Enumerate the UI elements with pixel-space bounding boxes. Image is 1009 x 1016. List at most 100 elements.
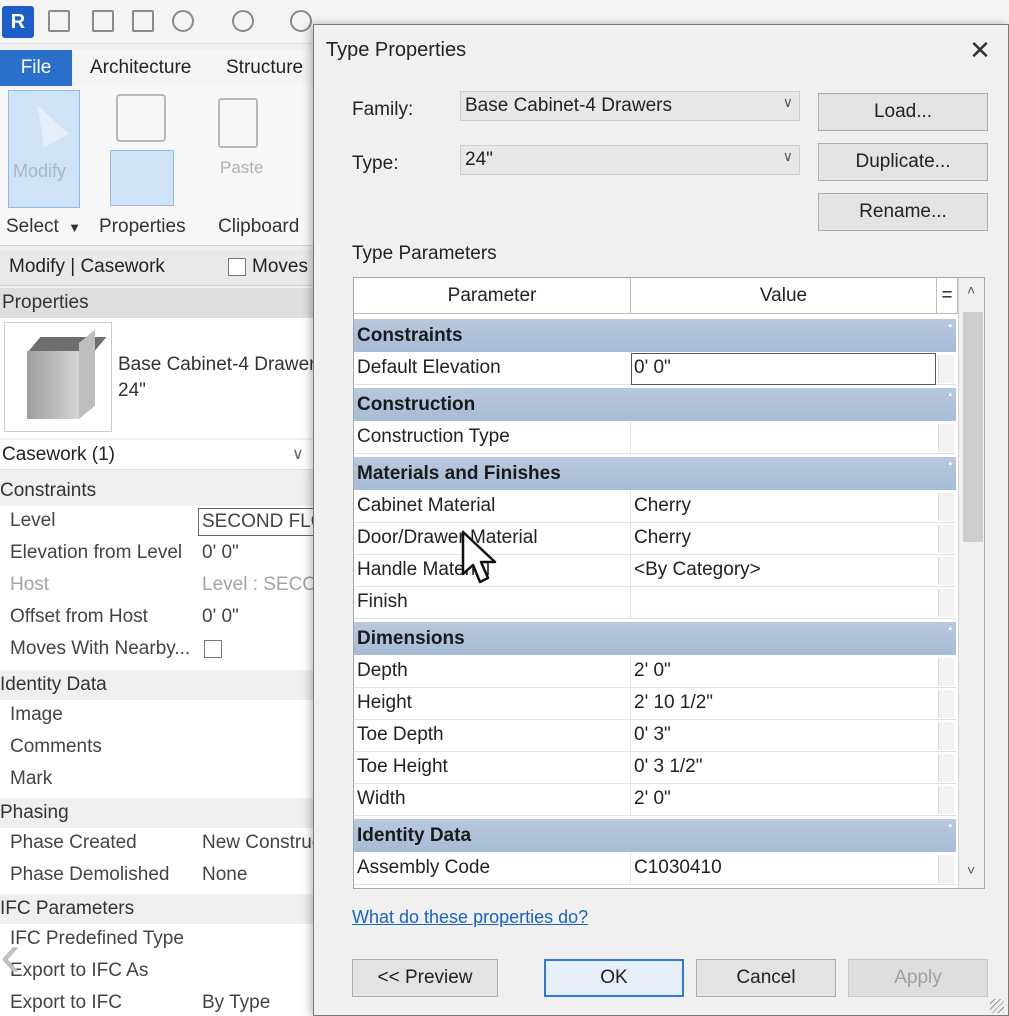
group-dimensions[interactable]: Dimensions ▪ [354,622,956,656]
param-value[interactable]: 2' 10 1/2" [634,692,713,714]
pp-row-phase-demolished[interactable]: Phase Demolished None [0,860,320,892]
value-column-header[interactable]: Value [631,278,937,314]
param-row-cabinet-material[interactable]: Cabinet Material Cherry [354,491,956,523]
param-value[interactable]: 2' 0" [634,788,671,810]
param-value[interactable]: Cherry [634,495,691,517]
revit-logo[interactable]: R [2,6,34,38]
formula-cell[interactable] [938,589,954,617]
grid-scrollbar[interactable]: ˄ ˅ [958,278,984,888]
group-identity[interactable]: Identity Data ▪ [354,819,956,853]
formula-cell[interactable] [938,493,954,521]
sync-icon[interactable] [172,10,194,32]
tab-structure[interactable]: Structure [226,50,303,86]
collapse-icon[interactable]: ▪ [948,821,952,832]
rename-button[interactable]: Rename... [818,193,988,231]
param-row-toe-height[interactable]: Toe Height 0' 3 1/2" [354,752,956,784]
duplicate-button[interactable]: Duplicate... [818,143,988,181]
param-row-height[interactable]: Height 2' 10 1/2" [354,688,956,720]
param-value[interactable]: 0' 0" [634,357,671,379]
param-row-handle-material[interactable]: Handle Material <By Category> [354,555,956,587]
formula-cell[interactable] [938,855,954,883]
properties-button[interactable] [110,150,174,206]
pp-row-ifc-type[interactable]: IFC Predefined Type [0,924,320,956]
formula-cell[interactable] [938,424,954,452]
preview-button[interactable]: << Preview [352,959,498,997]
collapse-icon[interactable]: ▪ [948,390,952,401]
param-value[interactable]: 0' 3" [634,724,671,746]
select-dropdown-icon[interactable]: ▼ [68,220,81,235]
resize-grip-icon[interactable] [990,999,1004,1013]
load-button[interactable]: Load... [818,93,988,131]
pp-row-mark[interactable]: Mark [0,764,320,796]
cancel-button[interactable]: Cancel [696,959,836,997]
moves-with-nearby-checkbox[interactable] [204,640,222,658]
undo-icon[interactable] [232,10,254,32]
collapse-icon[interactable]: ▪ [948,321,952,332]
pp-row-level[interactable]: Level SECOND FLOOR [0,506,320,538]
save-icon[interactable] [132,10,154,32]
param-value[interactable]: 0' 3 1/2" [634,756,702,778]
param-value[interactable]: C1030410 [634,857,722,879]
open-folder-icon[interactable] [92,10,114,32]
pp-value[interactable]: 0' 0" [202,606,239,628]
pp-row-moves[interactable]: Moves With Nearby... [0,634,320,666]
pp-value[interactable]: None [202,864,247,886]
collapse-icon[interactable]: ▪ [948,624,952,635]
param-row-construction-type[interactable]: Construction Type [354,422,956,454]
chevron-down-icon[interactable]: ˅ [967,862,975,878]
formula-cell[interactable] [938,722,954,750]
group-construction[interactable]: Construction ▪ [354,388,956,422]
modify-button[interactable]: Modify [8,90,80,208]
formula-cell[interactable] [938,355,954,383]
chevron-down-icon[interactable]: ∨ [783,94,793,111]
tab-architecture[interactable]: Architecture [90,50,191,86]
param-value[interactable]: Cherry [634,527,691,549]
param-row-toe-depth[interactable]: Toe Depth 0' 3" [354,720,956,752]
pp-row-export-as[interactable]: Export to IFC As [0,956,320,988]
group-materials[interactable]: Materials and Finishes ▪ [354,457,956,491]
formula-cell[interactable] [938,754,954,782]
pp-value[interactable]: 0' 0" [202,542,239,564]
instance-filter-dropdown[interactable]: Casework (1) ∨ [0,440,320,470]
tab-file[interactable]: File [0,50,72,86]
pp-value[interactable]: By Type [202,992,270,1014]
paste-icon[interactable] [218,98,258,148]
redo-icon[interactable] [290,10,312,32]
parameter-column-header[interactable]: Parameter [354,278,631,314]
chevron-left-icon[interactable]: ‹ [0,920,21,991]
param-row-depth[interactable]: Depth 2' 0" [354,656,956,688]
ok-button[interactable]: OK [544,959,684,997]
close-icon[interactable]: ✕ [960,33,1000,67]
type-dropdown[interactable]: 24" ∨ [460,145,800,175]
default-elevation-input[interactable] [631,353,936,385]
select-group-label[interactable]: Select ▼ [6,216,81,238]
pp-group-ifc[interactable]: IFC Parameters [0,894,320,924]
chevron-down-icon[interactable]: ∨ [783,148,793,165]
group-constraints[interactable]: Constraints ▪ [354,319,956,353]
pp-row-comments[interactable]: Comments [0,732,320,764]
scrollbar-thumb[interactable] [963,312,983,542]
home-icon[interactable] [48,10,70,32]
pp-row-image[interactable]: Image [0,700,320,732]
pp-group-constraints[interactable]: Constraints [0,476,320,506]
moves-checkbox[interactable] [228,258,246,276]
param-row-width[interactable]: Width 2' 0" [354,784,956,816]
pp-row-offset[interactable]: Offset from Host 0' 0" [0,602,320,634]
type-properties-icon[interactable] [116,94,166,142]
formula-cell[interactable] [938,786,954,814]
pp-row-elevation[interactable]: Elevation from Level 0' 0" [0,538,320,570]
param-row-assembly-code[interactable]: Assembly Code C1030410 [354,853,956,885]
level-field[interactable]: SECOND FLOOR [198,508,320,536]
formula-cell[interactable] [938,557,954,585]
param-row-door-material[interactable]: Door/Drawer Material Cherry [354,523,956,555]
pp-group-phasing[interactable]: Phasing [0,798,320,828]
collapse-icon[interactable]: ▪ [948,459,952,470]
param-value[interactable]: <By Category> [634,559,761,581]
formula-cell[interactable] [938,658,954,686]
formula-column-header[interactable]: = [937,278,958,314]
param-row-default-elevation[interactable]: Default Elevation 0' 0" [354,353,956,385]
pp-row-phase-created[interactable]: Phase Created New Construction [0,828,352,860]
formula-cell[interactable] [938,690,954,718]
chevron-up-icon[interactable]: ˄ [967,282,975,298]
help-link[interactable]: What do these properties do? [352,907,588,928]
